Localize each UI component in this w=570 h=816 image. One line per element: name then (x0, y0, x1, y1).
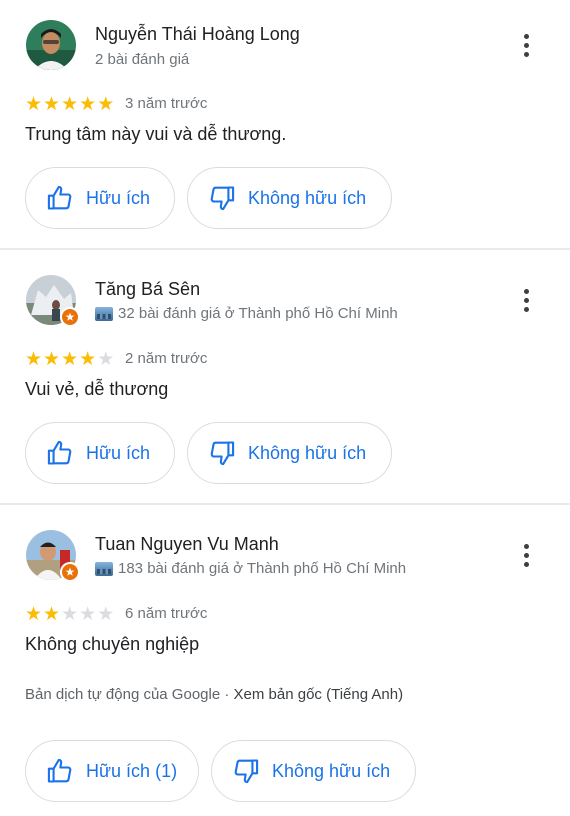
reviewer-stats: 2 bài đánh giá (95, 51, 189, 68)
review-time: 3 năm trước (125, 95, 208, 112)
divider (0, 503, 570, 505)
avatar[interactable] (26, 20, 76, 70)
not-helpful-button[interactable]: Không hữu ích (211, 740, 416, 802)
reviewer-stats-text: 183 bài đánh giá ở Thành phố Hồ Chí Minh (118, 560, 407, 577)
helpful-button[interactable]: Hữu ích (25, 422, 175, 484)
reviewer-name[interactable]: Tuan Nguyen Vu Manh (95, 534, 279, 555)
star-filled-icon: ★ (25, 349, 43, 370)
review-text: Không chuyên nghiệp (25, 634, 200, 654)
star-filled-icon: ★ (43, 604, 61, 625)
star-filled-icon: ★ (25, 604, 43, 625)
reviewer-stats-text: 32 bài đánh giá ở Thành phố Hồ Chí Minh (118, 305, 398, 322)
more-options-button[interactable] (514, 30, 538, 60)
more-options-button[interactable] (514, 285, 538, 315)
not-helpful-label: Không hữu ích (248, 442, 367, 463)
reviewer-stats: 32 bài đánh giá ở Thành phố Hồ Chí Minh (95, 305, 398, 322)
star-filled-icon: ★ (25, 94, 43, 115)
see-original-link[interactable]: Xem bản gốc (Tiếng Anh) (234, 686, 404, 703)
review-text: Trung tâm này vui và dễ thương. (25, 124, 287, 144)
star-empty-icon: ★ (97, 604, 115, 625)
star-rating: ★ ★ ★ ★ ★ (25, 350, 114, 369)
star-filled-icon: ★ (79, 94, 97, 115)
star-empty-icon: ★ (79, 604, 97, 625)
more-vert-icon (523, 543, 529, 549)
translation-note-text: Bản dịch tự động của Google (25, 686, 221, 703)
star-empty-icon: ★ (61, 604, 79, 625)
star-filled-icon: ★ (43, 349, 61, 370)
city-icon (95, 306, 113, 321)
local-guide-badge-icon (60, 562, 80, 582)
review-time: 2 năm trước (125, 350, 208, 367)
reviewer-stats: 183 bài đánh giá ở Thành phố Hồ Chí Minh (95, 560, 406, 577)
thumb-up-icon (47, 440, 72, 465)
star-filled-icon: ★ (97, 94, 115, 115)
avatar[interactable] (26, 275, 80, 327)
not-helpful-button[interactable]: Không hữu ích (187, 422, 392, 484)
star-rating: ★ ★ ★ ★ ★ (25, 605, 114, 624)
reviewer-stats-text: 2 bài đánh giá (95, 51, 190, 68)
avatar[interactable] (26, 530, 80, 582)
thumb-up-icon (47, 185, 72, 210)
translation-note: Bản dịch tự động của Google · Xem bản gố… (25, 686, 403, 703)
star-filled-icon: ★ (61, 94, 79, 115)
thumb-down-icon (210, 441, 235, 466)
star-filled-icon: ★ (61, 349, 79, 370)
star-empty-icon: ★ (97, 349, 115, 370)
thumb-down-icon (210, 186, 235, 211)
avatar-photo (26, 20, 76, 70)
helpful-label: Hữu ích (86, 187, 151, 208)
thumb-up-icon (47, 758, 72, 783)
divider (0, 248, 570, 250)
reviewer-name[interactable]: Tăng Bá Sên (95, 279, 200, 300)
helpful-button[interactable]: Hữu ích (1) (25, 740, 199, 802)
translation-separator: · (220, 686, 234, 703)
star-filled-icon: ★ (79, 349, 97, 370)
not-helpful-button[interactable]: Không hữu ích (187, 167, 392, 229)
more-options-button[interactable] (514, 540, 538, 570)
more-vert-icon (523, 288, 529, 294)
review-text: Vui vẻ, dễ thương (25, 379, 169, 399)
not-helpful-label: Không hữu ích (272, 760, 391, 781)
star-filled-icon: ★ (43, 94, 61, 115)
not-helpful-label: Không hữu ích (248, 187, 367, 208)
more-vert-icon (523, 33, 529, 39)
reviewer-name[interactable]: Nguyễn Thái Hoàng Long (95, 24, 300, 45)
helpful-label: Hữu ích (1) (86, 760, 178, 781)
city-icon (95, 561, 113, 576)
review-time: 6 năm trước (125, 605, 208, 622)
star-rating: ★ ★ ★ ★ ★ (25, 95, 114, 114)
thumb-down-icon (234, 759, 259, 784)
helpful-label: Hữu ích (86, 442, 151, 463)
helpful-button[interactable]: Hữu ích (25, 167, 175, 229)
local-guide-badge-icon (60, 307, 80, 327)
